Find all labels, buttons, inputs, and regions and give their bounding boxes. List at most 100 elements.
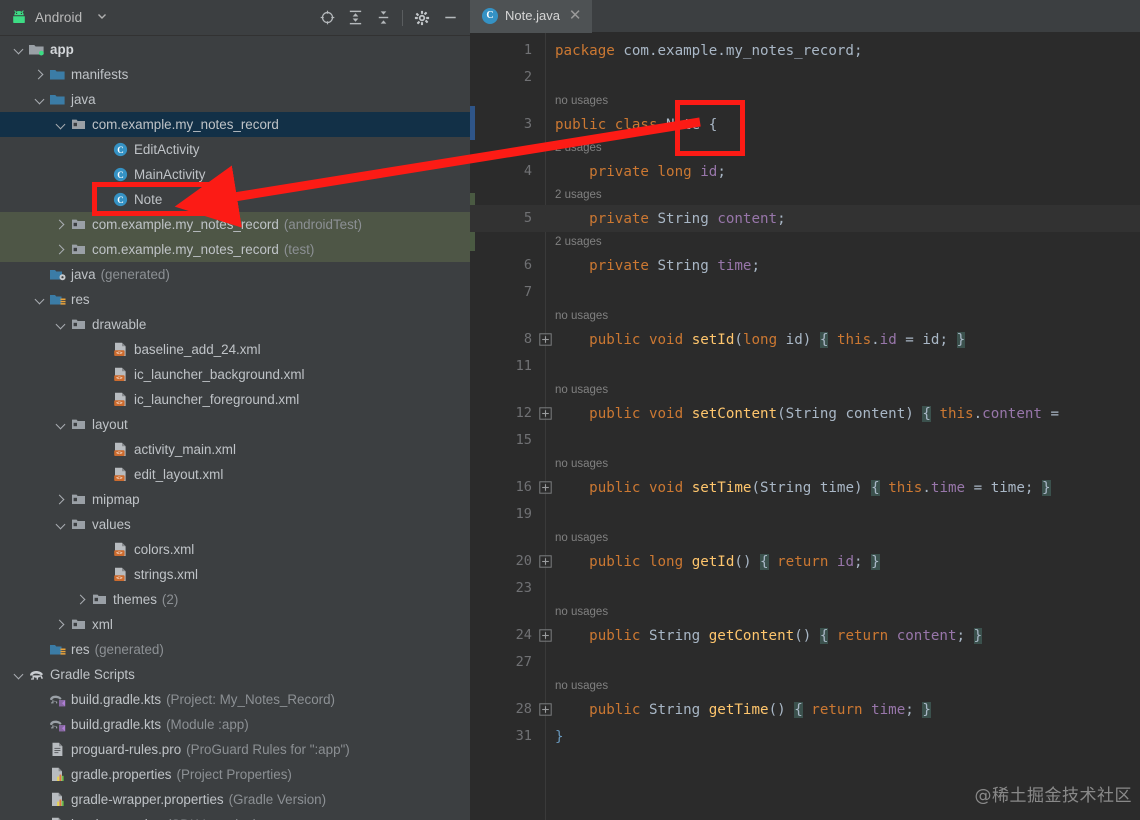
code-line[interactable]: public String getContent() { return cont… <box>555 622 1140 649</box>
code-line[interactable]: package com.example.my_notes_record; <box>555 37 1140 64</box>
fold-expand-icon[interactable] <box>539 407 552 420</box>
code-line[interactable] <box>555 649 1140 676</box>
tree-row-build-gradle-kts[interactable]: build.gradle.kts (Module :app) <box>0 712 470 737</box>
code-line[interactable]: public class Note { <box>555 111 1140 138</box>
tree-row-activity-main-xml[interactable]: <> activity_main.xml <box>0 437 470 462</box>
tree-row-com-example-my-notes-record[interactable]: com.example.my_notes_record (test) <box>0 237 470 262</box>
line-number[interactable]: 8 <box>470 331 532 347</box>
tree-row-mipmap[interactable]: mipmap <box>0 487 470 512</box>
usage-hint[interactable]: 2 usages <box>555 232 602 252</box>
gear-icon[interactable] <box>409 5 435 31</box>
code-line[interactable]: public void setId(long id) { this. id = i… <box>555 326 1140 353</box>
line-number[interactable]: 27 <box>470 654 532 670</box>
usage-hint[interactable]: 2 usages <box>555 138 602 158</box>
minimize-icon[interactable] <box>437 5 463 31</box>
chevron-down-icon[interactable] <box>54 118 67 131</box>
tree-row-colors-xml[interactable]: <> colors.xml <box>0 537 470 562</box>
fold-expand-icon[interactable] <box>539 481 552 494</box>
code-line[interactable]: public void setContent(String content) {… <box>555 400 1140 427</box>
line-number[interactable]: 2 <box>470 69 532 85</box>
line-number[interactable]: 15 <box>470 432 532 448</box>
chevron-right-icon[interactable] <box>54 243 67 256</box>
tree-row-baseline-add-24-xml[interactable]: <> baseline_add_24.xml <box>0 337 470 362</box>
usage-hint[interactable]: no usages <box>555 91 608 111</box>
chevron-right-icon[interactable] <box>54 618 67 631</box>
usage-hint[interactable]: no usages <box>555 380 608 400</box>
tree-row-edit-layout-xml[interactable]: <> edit_layout.xml <box>0 462 470 487</box>
collapse-all-icon[interactable] <box>370 5 396 31</box>
line-number[interactable]: 4 <box>470 163 532 179</box>
tree-row-java[interactable]: java (generated) <box>0 262 470 287</box>
code-line[interactable] <box>555 575 1140 602</box>
code-line[interactable] <box>555 353 1140 380</box>
code-line[interactable] <box>555 427 1140 454</box>
tree-row-gradle-wrapper-properties[interactable]: gradle-wrapper.properties (Gradle Version… <box>0 787 470 812</box>
chevron-down-icon[interactable] <box>33 93 46 106</box>
line-number[interactable]: 16 <box>470 479 532 495</box>
line-number[interactable]: 23 <box>470 580 532 596</box>
line-number[interactable]: 31 <box>470 728 532 744</box>
line-number[interactable]: 12 <box>470 405 532 421</box>
line-number[interactable]: 11 <box>470 358 532 374</box>
code-line[interactable] <box>555 64 1140 91</box>
code-line[interactable] <box>555 279 1140 306</box>
code-line[interactable]: } <box>555 723 1140 750</box>
tree-row-note[interactable]: C Note <box>0 187 470 212</box>
locate-target-icon[interactable] <box>314 5 340 31</box>
tree-row-build-gradle-kts[interactable]: build.gradle.kts (Project: My_Notes_Recor… <box>0 687 470 712</box>
code-line[interactable]: public String getTime() { return time; } <box>555 696 1140 723</box>
chevron-down-icon[interactable] <box>96 10 108 25</box>
tree-row-gradle-scripts[interactable]: Gradle Scripts <box>0 662 470 687</box>
tree-row-gradle-properties[interactable]: gradle.properties (Project Properties) <box>0 762 470 787</box>
tree-row-proguard-rules-pro[interactable]: proguard-rules.pro (ProGuard Rules for ":… <box>0 737 470 762</box>
fold-expand-icon[interactable] <box>539 629 552 642</box>
chevron-down-icon[interactable] <box>54 518 67 531</box>
usage-hint[interactable]: no usages <box>555 306 608 326</box>
line-number[interactable]: 19 <box>470 506 532 522</box>
usage-hint[interactable]: no usages <box>555 528 608 548</box>
chevron-right-icon[interactable] <box>54 493 67 506</box>
tree-row-manifests[interactable]: manifests <box>0 62 470 87</box>
line-number[interactable]: 6 <box>470 257 532 273</box>
chevron-down-icon[interactable] <box>54 318 67 331</box>
tree-row-drawable[interactable]: drawable <box>0 312 470 337</box>
line-number[interactable]: 24 <box>470 627 532 643</box>
tree-row-app[interactable]: app <box>0 37 470 62</box>
code-line[interactable] <box>555 501 1140 528</box>
line-number[interactable]: 1 <box>470 42 532 58</box>
usage-hint[interactable]: no usages <box>555 676 608 696</box>
code-editor[interactable]: 1 package com.example.my_notes_record; 2 no… <box>470 33 1140 820</box>
chevron-down-icon[interactable] <box>12 668 25 681</box>
fold-expand-icon[interactable] <box>539 333 552 346</box>
usage-hint[interactable]: no usages <box>555 454 608 474</box>
close-icon[interactable]: ✕ <box>569 8 582 23</box>
tree-row-layout[interactable]: layout <box>0 412 470 437</box>
project-tree[interactable]: app manifests java com.example.my_notes_rec… <box>0 36 470 820</box>
tab-note-java[interactable]: C Note.java ✕ <box>470 0 592 33</box>
tree-row-ic-launcher-foreground-xml[interactable]: <> ic_launcher_foreground.xml <box>0 387 470 412</box>
fold-expand-icon[interactable] <box>539 703 552 716</box>
code-line[interactable]: public void setTime(String time) { this.… <box>555 474 1140 501</box>
code-line[interactable]: public long getId() { return id; } <box>555 548 1140 575</box>
chevron-right-icon[interactable] <box>54 218 67 231</box>
expand-all-icon[interactable] <box>342 5 368 31</box>
chevron-down-icon[interactable] <box>12 43 25 56</box>
tree-row-res[interactable]: res (generated) <box>0 637 470 662</box>
code-line[interactable]: private String content; <box>555 205 1140 232</box>
tree-row-com-example-my-notes-record[interactable]: com.example.my_notes_record (androidTest) <box>0 212 470 237</box>
tree-row-themes[interactable]: themes (2) <box>0 587 470 612</box>
tree-row-mainactivity[interactable]: C MainActivity <box>0 162 470 187</box>
tree-row-local-properties[interactable]: local.properties(SDK Location) <box>0 812 470 820</box>
tree-row-editactivity[interactable]: C EditActivity <box>0 137 470 162</box>
usage-hint[interactable]: 2 usages <box>555 185 602 205</box>
chevron-down-icon[interactable] <box>54 418 67 431</box>
line-number[interactable]: 28 <box>470 701 532 717</box>
tree-row-res[interactable]: res <box>0 287 470 312</box>
tree-row-xml[interactable]: xml <box>0 612 470 637</box>
code-line[interactable]: private long id; <box>555 158 1140 185</box>
usage-hint[interactable]: no usages <box>555 602 608 622</box>
chevron-right-icon[interactable] <box>75 593 88 606</box>
project-view-selector-label[interactable]: Android <box>35 10 82 25</box>
line-number[interactable]: 20 <box>470 553 532 569</box>
code-line[interactable]: private String time; <box>555 252 1140 279</box>
